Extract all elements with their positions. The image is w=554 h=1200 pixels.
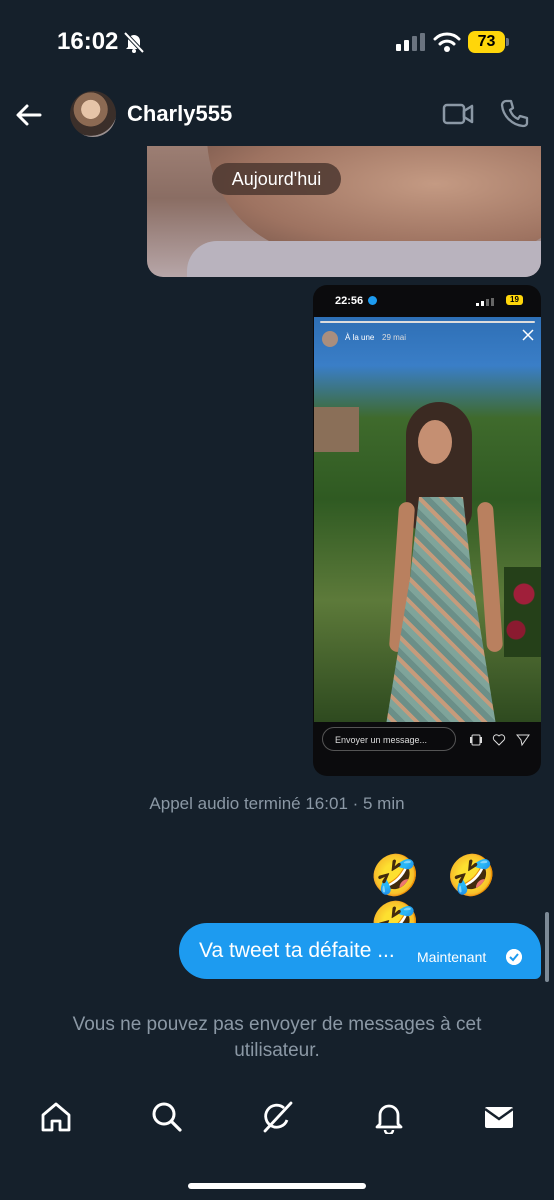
- battery-nub: [506, 38, 509, 46]
- wifi-icon: [433, 32, 461, 52]
- search-icon[interactable]: [150, 1100, 184, 1134]
- sent-message-text: Va tweet ta défaite ...: [199, 939, 395, 962]
- battery-indicator: 73: [468, 31, 505, 53]
- story-progress-bar: [320, 321, 535, 323]
- close-icon: [522, 329, 534, 341]
- story-signal-icon: [476, 298, 494, 306]
- cannot-message-notice: Vous ne pouvez pas envoyer de messages à…: [72, 1014, 482, 1061]
- heart-icon: [493, 734, 506, 746]
- avatar[interactable]: [70, 91, 116, 137]
- arrow-left-icon[interactable]: [14, 100, 44, 130]
- story-battery: 19: [506, 295, 523, 305]
- envelope-icon[interactable]: [482, 1100, 516, 1134]
- scrollbar[interactable]: [545, 912, 549, 982]
- sent-message-timestamp: Maintenant: [417, 949, 487, 965]
- date-separator: Aujourd'hui: [212, 163, 341, 195]
- system-message: Appel audio terminé 16:01 · 5 min: [149, 794, 405, 813]
- story-date: 29 mai: [382, 333, 407, 342]
- signal-icon: [396, 33, 425, 51]
- story-message-input: Envoyer un message...: [322, 727, 456, 751]
- story-screenshot[interactable]: 22:56 19 À la une 29 mai Envoyer un mess…: [313, 285, 541, 776]
- stone-wall: [314, 407, 359, 452]
- repost-icon: [470, 734, 482, 746]
- story-photo: À la une 29 mai: [314, 317, 541, 722]
- grok-icon[interactable]: [260, 1100, 294, 1134]
- bell-icon[interactable]: [372, 1100, 406, 1134]
- bell-muted-icon: [123, 31, 145, 54]
- send-icon: [515, 734, 530, 747]
- woman-face: [418, 420, 452, 464]
- shared-photo[interactable]: [147, 146, 541, 277]
- check-circle-icon: [506, 949, 522, 965]
- story-avatar: [322, 331, 338, 347]
- home-indicator: [188, 1183, 366, 1189]
- video-camera-icon[interactable]: [442, 100, 474, 128]
- woman-arm-right: [476, 501, 504, 653]
- roses: [504, 567, 541, 657]
- location-arrow-icon: [368, 296, 377, 305]
- status-time: 16:02: [57, 28, 119, 55]
- conversation-username[interactable]: Charly555: [127, 101, 232, 127]
- phone-icon[interactable]: [500, 98, 530, 128]
- home-icon[interactable]: [39, 1100, 73, 1134]
- story-action-icons: [469, 733, 530, 750]
- story-status-time: 22:56: [335, 295, 364, 307]
- story-label: À la une: [345, 333, 375, 342]
